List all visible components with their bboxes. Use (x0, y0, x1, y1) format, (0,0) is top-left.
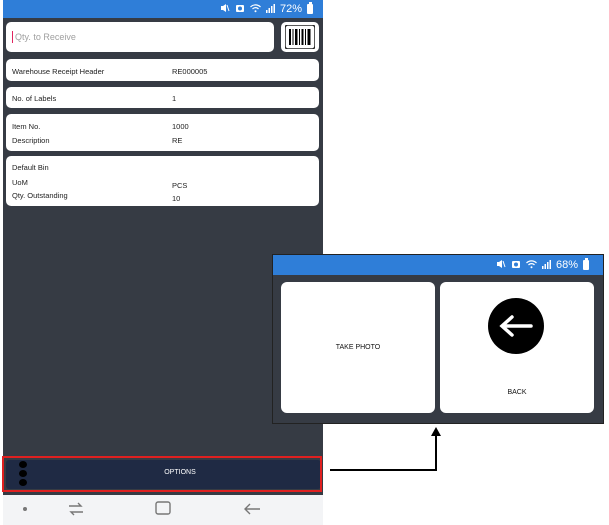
item-no-label: Item No. (12, 122, 41, 131)
barcode-scan-button[interactable] (281, 22, 319, 52)
mute-icon (220, 3, 230, 16)
text-cursor (12, 31, 13, 43)
battery-icon (583, 258, 589, 270)
dot-icon[interactable] (22, 506, 28, 512)
uom-label: UoM (12, 178, 28, 187)
recent-apps-icon[interactable] (67, 502, 85, 516)
item-no-value: 1000 (172, 122, 189, 131)
take-photo-button[interactable]: TAKE PHOTO (281, 282, 435, 413)
take-photo-label: TAKE PHOTO (335, 344, 381, 351)
mute-icon (496, 259, 506, 272)
bin-card: Default Bin UoM PCS Qty. Outstanding 10 (6, 156, 319, 206)
android-nav-bar (3, 495, 323, 525)
labels-card: No. of Labels 1 (6, 87, 319, 108)
popup-status-bar: 68% (273, 255, 603, 275)
signal-icon (541, 259, 551, 272)
options-popup: 68% TAKE PHOTO BACK (272, 254, 604, 424)
receipt-header-card: Warehouse Receipt Header RE000005 (6, 59, 319, 81)
uom-value: PCS (172, 181, 188, 190)
receipt-header-label: Warehouse Receipt Header (12, 67, 105, 76)
barcode-icon (285, 25, 315, 49)
home-icon[interactable] (155, 501, 171, 515)
battery-percentage: 68% (555, 259, 578, 271)
labels-value: 1 (172, 94, 177, 103)
status-bar: 72% (3, 0, 323, 18)
battery-percentage: 72% (279, 3, 302, 15)
receipt-header-value: RE000005 (172, 67, 208, 76)
description-label: Description (12, 136, 50, 145)
signal-icon (265, 3, 275, 16)
labels-label: No. of Labels (12, 94, 57, 103)
back-arrow-icon (488, 298, 544, 354)
qty-outstanding-value: 10 (172, 194, 181, 203)
wifi-icon (526, 259, 537, 272)
default-bin-label: Default Bin (12, 163, 49, 172)
options-highlight-box (2, 456, 322, 492)
description-value: RE (172, 136, 183, 145)
qty-to-receive-input[interactable] (15, 32, 255, 42)
qty-outstanding-label: Qty. Outstanding (12, 191, 68, 200)
wifi-icon (250, 3, 261, 16)
battery-icon (307, 2, 313, 14)
alarm-icon (511, 259, 521, 272)
qty-to-receive-field[interactable] (6, 22, 274, 52)
alarm-icon (235, 3, 245, 16)
back-arrow-icon[interactable] (243, 502, 261, 516)
item-card: Item No. 1000 Description RE (6, 114, 319, 151)
back-button[interactable]: BACK (440, 282, 594, 413)
back-label: BACK (507, 389, 527, 396)
